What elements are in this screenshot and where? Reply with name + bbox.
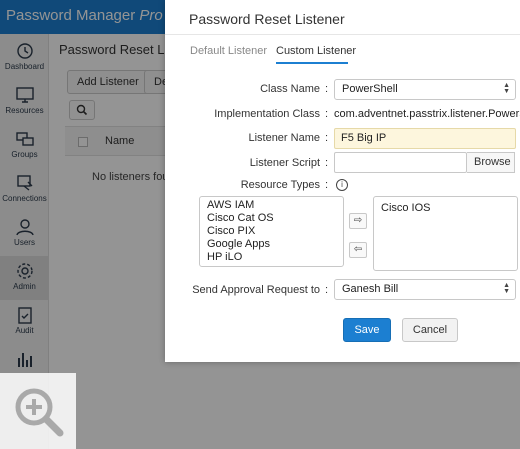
colon: : xyxy=(325,284,329,296)
list-item[interactable]: Cisco IOS xyxy=(374,202,517,215)
approval-select[interactable]: Ganesh Bill ▲ ▼ xyxy=(334,279,516,300)
colon: : xyxy=(325,132,329,144)
move-left-button[interactable]: ⇦ xyxy=(349,242,367,258)
cancel-button[interactable]: Cancel xyxy=(402,318,458,342)
class-name-select[interactable]: PowerShell ▲ ▼ xyxy=(334,79,516,100)
class-name-label: Class Name xyxy=(260,83,320,95)
info-icon[interactable]: i xyxy=(336,179,348,191)
select-arrows-icon: ▲ ▼ xyxy=(503,82,510,95)
select-arrows-icon: ▲ ▼ xyxy=(503,282,510,295)
approval-label: Send Approval Request to xyxy=(192,284,320,296)
resource-types-label: Resource Types xyxy=(240,179,320,191)
approval-value: Ganesh Bill xyxy=(342,283,399,295)
password-reset-listener-dialog: Password Reset Listener Default Listener… xyxy=(165,0,520,362)
tab-default-listener[interactable]: Default Listener xyxy=(190,45,267,57)
listener-script-label: Listener Script xyxy=(249,157,320,169)
divider xyxy=(165,34,520,35)
move-right-button[interactable]: ⇨ xyxy=(349,213,367,229)
colon: : xyxy=(325,108,329,120)
list-item[interactable]: HP iLO xyxy=(200,251,343,264)
list-item[interactable]: Cisco Cat OS xyxy=(200,212,343,225)
available-resource-types-list[interactable]: AWS IAM Cisco Cat OS Cisco PIX Google Ap… xyxy=(199,196,344,267)
tab-custom-listener[interactable]: Custom Listener xyxy=(276,45,356,57)
zoom-widget[interactable] xyxy=(0,373,76,449)
implementation-class-label: Implementation Class xyxy=(214,108,320,120)
colon: : xyxy=(325,83,329,95)
listener-script-input[interactable] xyxy=(334,152,467,173)
listener-name-input[interactable]: F5 Big IP xyxy=(334,128,516,149)
dialog-title: Password Reset Listener xyxy=(189,11,345,27)
selected-resource-types-list[interactable]: Cisco IOS xyxy=(373,196,518,271)
list-item[interactable]: Cisco PIX xyxy=(200,225,343,238)
browse-button[interactable]: Browse xyxy=(467,152,515,173)
list-item[interactable]: AWS IAM xyxy=(200,199,343,212)
save-button[interactable]: Save xyxy=(343,318,391,342)
listener-name-label: Listener Name xyxy=(248,132,320,144)
active-tab-indicator xyxy=(276,62,348,64)
implementation-class-value: com.adventnet.passtrix.listener.PowerShe xyxy=(334,108,520,120)
zoom-in-icon xyxy=(15,388,64,437)
class-name-value: PowerShell xyxy=(342,83,398,95)
colon: : xyxy=(325,179,329,191)
colon: : xyxy=(325,157,329,169)
list-item[interactable]: Google Apps xyxy=(200,238,343,251)
